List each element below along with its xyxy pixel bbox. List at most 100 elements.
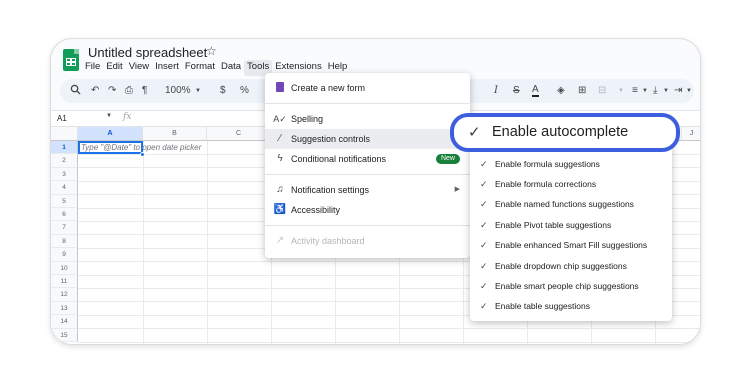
menu-insert[interactable]: Insert bbox=[152, 60, 182, 76]
enable-autocomplete-label: Enable autocomplete bbox=[492, 124, 629, 140]
row-header-6[interactable]: 6 bbox=[51, 208, 78, 222]
row-header-10[interactable]: 10 bbox=[51, 261, 78, 275]
checkmark-icon: ✓ bbox=[480, 159, 488, 169]
column-header-b[interactable]: B bbox=[143, 127, 207, 141]
italic-icon[interactable]: I bbox=[494, 84, 498, 98]
document-title[interactable]: Untitled spreadsheet bbox=[88, 45, 207, 60]
currency-format-button[interactable]: $ bbox=[220, 84, 226, 98]
menu-separator bbox=[265, 103, 470, 104]
row-header-1[interactable]: 1 bbox=[51, 141, 78, 155]
text-color-icon[interactable]: A bbox=[532, 84, 539, 97]
row-header-13[interactable]: 13 bbox=[51, 301, 78, 316]
enable-autocomplete-item[interactable]: ✓ Enable autocomplete bbox=[450, 113, 680, 152]
horizontal-align-icon[interactable]: ≡ bbox=[632, 84, 638, 98]
menu-item-notification-settings[interactable]: ♫ Notification settings ▶ bbox=[265, 180, 470, 200]
search-menus-icon[interactable] bbox=[70, 84, 81, 98]
redo-icon[interactable]: ↷ bbox=[108, 84, 116, 98]
menu-item-conditional-notifications[interactable]: ϟ Conditional notifications New bbox=[265, 149, 470, 169]
magic-wand-icon: ⁄ bbox=[279, 133, 281, 144]
row-header-9[interactable]: 9 bbox=[51, 248, 78, 262]
accessibility-icon: ♿ bbox=[273, 204, 287, 215]
submenu-item-label: Enable formula corrections bbox=[495, 179, 597, 189]
strikethrough-icon[interactable]: S bbox=[513, 84, 520, 98]
menu-item-create-form[interactable]: Create a new form bbox=[265, 78, 470, 98]
menu-file[interactable]: File bbox=[82, 60, 103, 76]
grid-line bbox=[207, 141, 208, 344]
select-all-corner[interactable] bbox=[51, 127, 78, 141]
menu-item-label: Activity dashboard bbox=[291, 236, 365, 246]
row-header-14[interactable]: 14 bbox=[51, 315, 78, 329]
submenu-item-dropdown-chip[interactable]: ✓ Enable dropdown chip suggestions bbox=[470, 256, 672, 276]
row-header-11[interactable]: 11 bbox=[51, 275, 78, 289]
checkmark-icon: ✓ bbox=[480, 199, 488, 209]
submenu-item-label: Enable enhanced Smart Fill suggestions bbox=[495, 240, 648, 250]
checkmark-icon: ✓ bbox=[480, 179, 488, 189]
checkmark-icon: ✓ bbox=[468, 124, 481, 141]
undo-icon[interactable]: ↶ bbox=[91, 84, 99, 98]
submenu-item-label: Enable named functions suggestions bbox=[495, 199, 634, 209]
row-header-4[interactable]: 4 bbox=[51, 181, 78, 195]
percent-format-button[interactable]: % bbox=[240, 84, 249, 98]
name-box[interactable]: A1 bbox=[57, 114, 67, 123]
align-chevron-icon[interactable]: ▼ bbox=[642, 84, 648, 98]
menu-separator bbox=[265, 174, 470, 175]
menu-item-label: Create a new form bbox=[291, 83, 366, 93]
form-icon bbox=[273, 78, 287, 98]
column-header-a[interactable]: A bbox=[78, 127, 143, 141]
borders-icon[interactable]: ⊞ bbox=[578, 84, 586, 98]
wrap-chevron-icon[interactable]: ▼ bbox=[686, 84, 692, 98]
menu-item-accessibility[interactable]: ♿ Accessibility bbox=[265, 200, 470, 220]
paint-format-icon[interactable]: ¶ bbox=[142, 84, 147, 98]
menu-data[interactable]: Data bbox=[218, 60, 244, 76]
submenu-item-people-chip[interactable]: ✓ Enable smart people chip suggestions bbox=[470, 276, 672, 296]
row-header-5[interactable]: 5 bbox=[51, 194, 78, 208]
column-header-c[interactable]: C bbox=[207, 127, 271, 141]
print-icon[interactable]: ⎙ bbox=[125, 84, 133, 98]
tools-menu: Create a new form A✓ Spelling ⁄ Suggesti… bbox=[265, 73, 470, 258]
menu-format[interactable]: Format bbox=[182, 60, 218, 76]
row-header-8[interactable]: 8 bbox=[51, 234, 78, 249]
row-header-7[interactable]: 7 bbox=[51, 221, 78, 235]
fill-color-icon[interactable]: ◈ bbox=[557, 84, 565, 98]
submenu-item-label: Enable dropdown chip suggestions bbox=[495, 261, 627, 271]
menu-item-label: Spelling bbox=[291, 114, 324, 124]
suggestion-controls-submenu: ✓ Enable formula suggestions ✓ Enable fo… bbox=[470, 123, 672, 321]
submenu-item-named-functions[interactable]: ✓ Enable named functions suggestions bbox=[470, 194, 672, 214]
menu-item-spelling[interactable]: A✓ Spelling bbox=[265, 109, 470, 129]
menu-view[interactable]: View bbox=[126, 60, 152, 76]
submenu-item-table-suggestions[interactable]: ✓ Enable table suggestions bbox=[470, 296, 672, 316]
grid-line bbox=[78, 328, 700, 330]
bolt-icon: ϟ bbox=[277, 153, 283, 164]
bell-icon: ♫ bbox=[276, 184, 284, 195]
submenu-item-label: Enable table suggestions bbox=[495, 301, 590, 311]
merge-chevron-icon[interactable]: ▼ bbox=[618, 84, 624, 98]
star-icon[interactable]: ☆ bbox=[206, 44, 217, 58]
row-header-15[interactable]: 15 bbox=[51, 328, 78, 342]
text-wrap-icon[interactable]: ⇥ bbox=[674, 84, 682, 98]
checkmark-icon: ✓ bbox=[480, 220, 488, 230]
row-header-3[interactable]: 3 bbox=[51, 167, 78, 182]
row-header-2[interactable]: 2 bbox=[51, 154, 78, 168]
submenu-item-smart-fill[interactable]: ✓ Enable enhanced Smart Fill suggestions bbox=[470, 235, 672, 255]
sheets-logo-icon[interactable] bbox=[63, 49, 79, 71]
column-header-j[interactable]: J bbox=[682, 127, 700, 141]
menu-item-suggestion-controls[interactable]: ⁄ Suggestion controls bbox=[265, 129, 470, 149]
menu-separator bbox=[265, 225, 470, 226]
valign-chevron-icon[interactable]: ▼ bbox=[663, 84, 669, 98]
fx-icon: fx bbox=[123, 112, 132, 122]
spelling-icon: A✓ bbox=[273, 114, 287, 124]
row-header-12[interactable]: 12 bbox=[51, 288, 78, 302]
checkmark-icon: ✓ bbox=[480, 261, 488, 271]
name-box-chevron-icon[interactable]: ▼ bbox=[106, 113, 112, 119]
merge-cells-icon[interactable]: ⊟ bbox=[598, 84, 606, 98]
submenu-item-formula-corrections[interactable]: ✓ Enable formula corrections bbox=[470, 174, 672, 194]
fill-handle[interactable] bbox=[140, 152, 145, 157]
submenu-item-formula-suggestions[interactable]: ✓ Enable formula suggestions bbox=[470, 154, 672, 174]
grid-line bbox=[78, 341, 700, 343]
trend-icon: ↗ bbox=[275, 235, 285, 246]
submenu-item-pivot-table[interactable]: ✓ Enable Pivot table suggestions bbox=[470, 215, 672, 235]
vertical-align-icon[interactable]: ⤓ bbox=[653, 84, 657, 98]
zoom-chevron-icon[interactable]: ▼ bbox=[195, 84, 201, 98]
menu-edit[interactable]: Edit bbox=[103, 60, 125, 76]
zoom-select[interactable]: 100% bbox=[165, 84, 191, 98]
